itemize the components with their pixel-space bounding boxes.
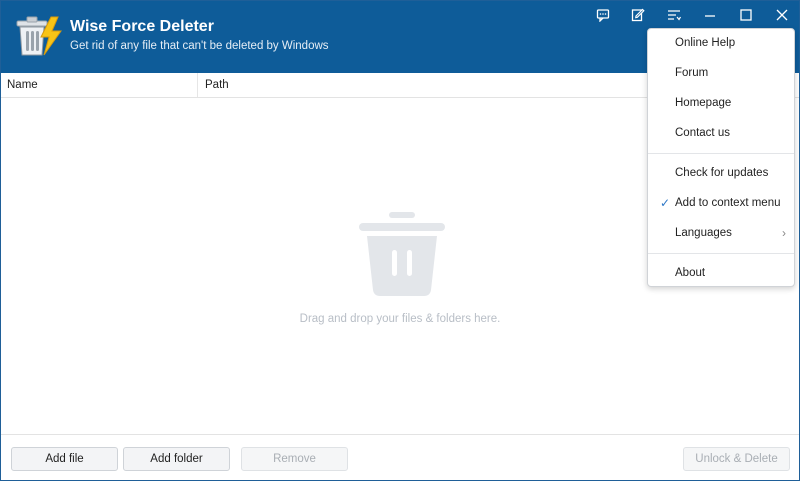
menu-item-forum[interactable]: Forum	[648, 59, 794, 87]
column-name-header[interactable]: Name	[1, 73, 198, 97]
menu-item-add-to-context-menu[interactable]: ✓ Add to context menu	[648, 189, 794, 217]
menu-item-label: Contact us	[675, 127, 730, 139]
menu-item-label: Languages	[675, 227, 732, 239]
menu-item-about[interactable]: About	[648, 259, 794, 287]
checkmark-icon: ✓	[660, 196, 671, 210]
menu-icon[interactable]	[663, 4, 685, 26]
menu-separator	[648, 253, 794, 254]
main-dropdown-menu: Online Help Forum Homepage Contact us Ch…	[647, 28, 795, 287]
add-file-button[interactable]: Add file	[11, 447, 118, 471]
menu-item-contact-us[interactable]: Contact us	[648, 119, 794, 147]
menu-item-label: Homepage	[675, 97, 732, 109]
feedback-icon[interactable]	[592, 4, 614, 26]
menu-separator	[648, 153, 794, 154]
remove-button[interactable]: Remove	[241, 447, 348, 471]
trash-icon	[359, 212, 445, 296]
drop-hint-text: Drag and drop your files & folders here.	[299, 313, 501, 325]
app-window: Wise Force Deleter Get rid of any file t…	[0, 0, 800, 481]
menu-item-label: Add to context menu	[675, 197, 781, 209]
edit-icon[interactable]	[627, 4, 649, 26]
menu-item-online-help[interactable]: Online Help	[648, 29, 794, 57]
menu-item-label: Forum	[675, 67, 709, 79]
menu-item-languages[interactable]: Languages ›	[648, 219, 794, 247]
app-title: Wise Force Deleter	[70, 18, 214, 35]
chevron-right-icon: ›	[782, 226, 786, 240]
app-logo-icon	[16, 16, 62, 56]
column-path-header[interactable]: Path	[199, 73, 649, 97]
close-icon[interactable]	[771, 4, 793, 26]
menu-item-label: Online Help	[675, 37, 736, 49]
footer-toolbar: Add file Add folder Remove Unlock & Dele…	[1, 434, 799, 480]
menu-item-label: Check for updates	[675, 167, 769, 179]
add-folder-button[interactable]: Add folder	[123, 447, 230, 471]
menu-item-homepage[interactable]: Homepage	[648, 89, 794, 117]
menu-item-check-for-updates[interactable]: Check for updates	[648, 159, 794, 187]
minimize-icon[interactable]	[699, 4, 721, 26]
app-subtitle: Get rid of any file that can't be delete…	[70, 40, 329, 52]
maximize-icon[interactable]	[735, 4, 757, 26]
unlock-delete-button[interactable]: Unlock & Delete	[683, 447, 790, 471]
menu-item-label: About	[675, 267, 706, 279]
